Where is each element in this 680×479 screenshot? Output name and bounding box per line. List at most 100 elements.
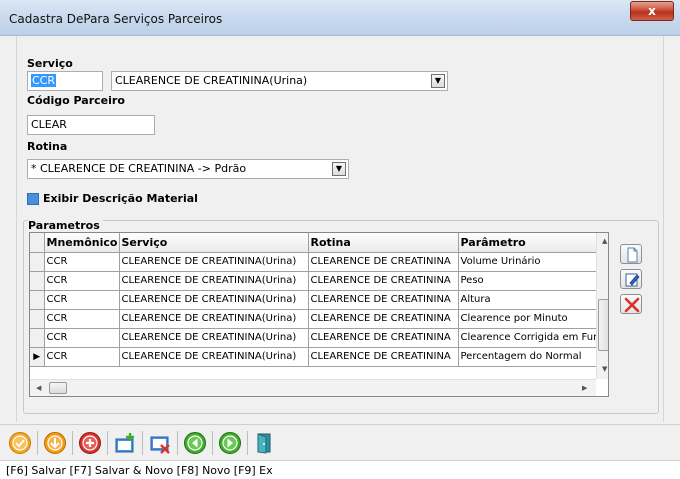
table-row[interactable]: CCR CLEARENCE DE CREATININA(Urina) CLEAR…: [30, 328, 599, 348]
exibir-descricao-label: Exibir Descrição Material: [43, 192, 198, 205]
table-row[interactable]: CCR CLEARENCE DE CREATININA(Urina) CLEAR…: [30, 309, 599, 329]
column-header-servico[interactable]: Serviço: [119, 233, 309, 253]
title-bar: Cadastra DePara Serviços Parceiros x: [0, 0, 680, 36]
codigo-parceiro-input[interactable]: CLEAR: [27, 115, 155, 135]
current-row-arrow-icon[interactable]: ▶: [30, 347, 45, 367]
table-row[interactable]: CCR CLEARENCE DE CREATININA(Urina) CLEAR…: [30, 271, 599, 291]
scroll-right-icon[interactable]: ▶: [582, 384, 587, 392]
exit-button[interactable]: [253, 431, 277, 455]
cell-rotina: CLEARENCE DE CREATININA: [308, 252, 459, 272]
horizontal-scroll-thumb[interactable]: [49, 382, 67, 394]
previous-button[interactable]: [183, 431, 207, 455]
main-window: Cadastra DePara Serviços Parceiros x Ser…: [0, 0, 680, 479]
servico-label: Serviço: [27, 57, 73, 70]
remove-folder-button[interactable]: [148, 431, 172, 455]
toolbar-separator: [72, 431, 73, 455]
row-indicator[interactable]: [30, 309, 45, 329]
new-icon: [79, 432, 101, 454]
cell-rotina: CLEARENCE DE CREATININA: [308, 290, 459, 310]
edit-record-button[interactable]: [620, 269, 642, 289]
column-header-parametro[interactable]: Parâmetro: [458, 233, 599, 253]
cell-rotina: CLEARENCE DE CREATININA: [308, 309, 459, 329]
column-header-mnemonico[interactable]: Mnemônico: [44, 233, 120, 253]
cell-servico: CLEARENCE DE CREATININA(Urina): [119, 252, 309, 272]
cell-parametro: Volume Urinário: [458, 252, 599, 272]
toolbar-separator: [247, 431, 248, 455]
table-row-current[interactable]: ▶ CCR CLEARENCE DE CREATININA(Urina) CLE…: [30, 347, 599, 367]
status-bar: [F6] Salvar [F7] Salvar & Novo [F8] Novo…: [0, 460, 680, 479]
cell-servico: CLEARENCE DE CREATININA(Urina): [119, 271, 309, 291]
exit-door-icon: [257, 433, 271, 454]
next-icon: [219, 432, 241, 454]
codigo-parceiro-label: Código Parceiro: [27, 94, 125, 107]
save-button[interactable]: [8, 431, 32, 455]
row-indicator[interactable]: [30, 271, 45, 291]
form-panel: Serviço CCR CLEARENCE DE CREATININA(Urin…: [16, 36, 664, 422]
cell-parametro: Clearence Corrigida em Fur: [458, 328, 599, 348]
close-icon: x: [648, 4, 656, 18]
cell-mnemonico: CCR: [44, 271, 120, 291]
cell-parametro: Percentagem do Normal: [458, 347, 599, 367]
cell-rotina: CLEARENCE DE CREATININA: [308, 347, 459, 367]
scroll-down-icon[interactable]: ▼: [602, 365, 607, 373]
servico-code-input[interactable]: CCR: [27, 71, 103, 91]
close-button[interactable]: x: [630, 1, 674, 21]
scroll-up-icon[interactable]: ▲: [602, 237, 607, 245]
cell-rotina: CLEARENCE DE CREATININA: [308, 328, 459, 348]
cell-parametro: Peso: [458, 271, 599, 291]
cell-mnemonico: CCR: [44, 309, 120, 329]
save-icon: [9, 432, 31, 454]
cell-mnemonico: CCR: [44, 252, 120, 272]
cell-parametro: Clearence por Minuto: [458, 309, 599, 329]
servico-select-value: CLEARENCE DE CREATININA(Urina): [115, 74, 308, 87]
codigo-parceiro-value: CLEAR: [31, 118, 67, 131]
rotina-select-value: * CLEARENCE DE CREATININA -> Pdrão: [31, 162, 247, 175]
chevron-down-icon[interactable]: ▼: [431, 74, 445, 88]
new-button[interactable]: [78, 431, 102, 455]
bottom-toolbar: [0, 424, 680, 460]
shortcut-hints: [F6] Salvar [F7] Salvar & Novo [F8] Novo…: [6, 464, 273, 477]
rotina-select[interactable]: * CLEARENCE DE CREATININA -> Pdrão ▼: [27, 159, 349, 179]
row-indicator[interactable]: [30, 252, 45, 272]
window-title: Cadastra DePara Serviços Parceiros: [9, 12, 223, 26]
remove-folder-icon: [150, 436, 170, 454]
edit-record-icon: [625, 273, 640, 287]
add-folder-button[interactable]: [113, 431, 137, 455]
header-indicator: [30, 233, 45, 253]
cell-rotina: CLEARENCE DE CREATININA: [308, 271, 459, 291]
parametros-grid[interactable]: Mnemônico Serviço Rotina Parâmetro CCR C…: [29, 232, 609, 397]
save-and-new-icon: [44, 432, 66, 454]
vertical-scroll-thumb[interactable]: [598, 299, 608, 351]
cell-servico: CLEARENCE DE CREATININA(Urina): [119, 328, 309, 348]
save-and-new-button[interactable]: [43, 431, 67, 455]
table-row[interactable]: CCR CLEARENCE DE CREATININA(Urina) CLEAR…: [30, 290, 599, 310]
table-header-row: Mnemônico Serviço Rotina Parâmetro: [30, 233, 599, 253]
servico-select[interactable]: CLEARENCE DE CREATININA(Urina) ▼: [111, 71, 448, 91]
rotina-label: Rotina: [27, 140, 68, 153]
new-record-icon: [627, 247, 638, 263]
delete-record-icon: [624, 297, 640, 313]
cell-mnemonico: CCR: [44, 347, 120, 367]
parametros-title: Parametros: [28, 219, 103, 232]
vertical-scrollbar[interactable]: ▲ ▼: [596, 233, 608, 379]
toolbar-separator: [142, 431, 143, 455]
cell-servico: CLEARENCE DE CREATININA(Urina): [119, 309, 309, 329]
servico-code-value: CCR: [31, 74, 57, 87]
cell-mnemonico: CCR: [44, 328, 120, 348]
next-button[interactable]: [218, 431, 242, 455]
row-indicator[interactable]: [30, 290, 45, 310]
horizontal-scrollbar[interactable]: ◀ ▶: [30, 379, 596, 396]
scroll-left-icon[interactable]: ◀: [36, 384, 41, 392]
chevron-down-icon[interactable]: ▼: [332, 162, 346, 176]
column-header-rotina[interactable]: Rotina: [308, 233, 459, 253]
cell-servico: CLEARENCE DE CREATININA(Urina): [119, 347, 309, 367]
delete-record-button[interactable]: [620, 294, 642, 314]
checkbox-checked-icon[interactable]: [27, 193, 39, 205]
toolbar-separator: [37, 431, 38, 455]
new-record-button[interactable]: [620, 244, 642, 264]
cell-servico: CLEARENCE DE CREATININA(Urina): [119, 290, 309, 310]
table-row[interactable]: CCR CLEARENCE DE CREATININA(Urina) CLEAR…: [30, 252, 599, 272]
toolbar-separator: [212, 431, 213, 455]
toolbar-separator: [177, 431, 178, 455]
row-indicator[interactable]: [30, 328, 45, 348]
